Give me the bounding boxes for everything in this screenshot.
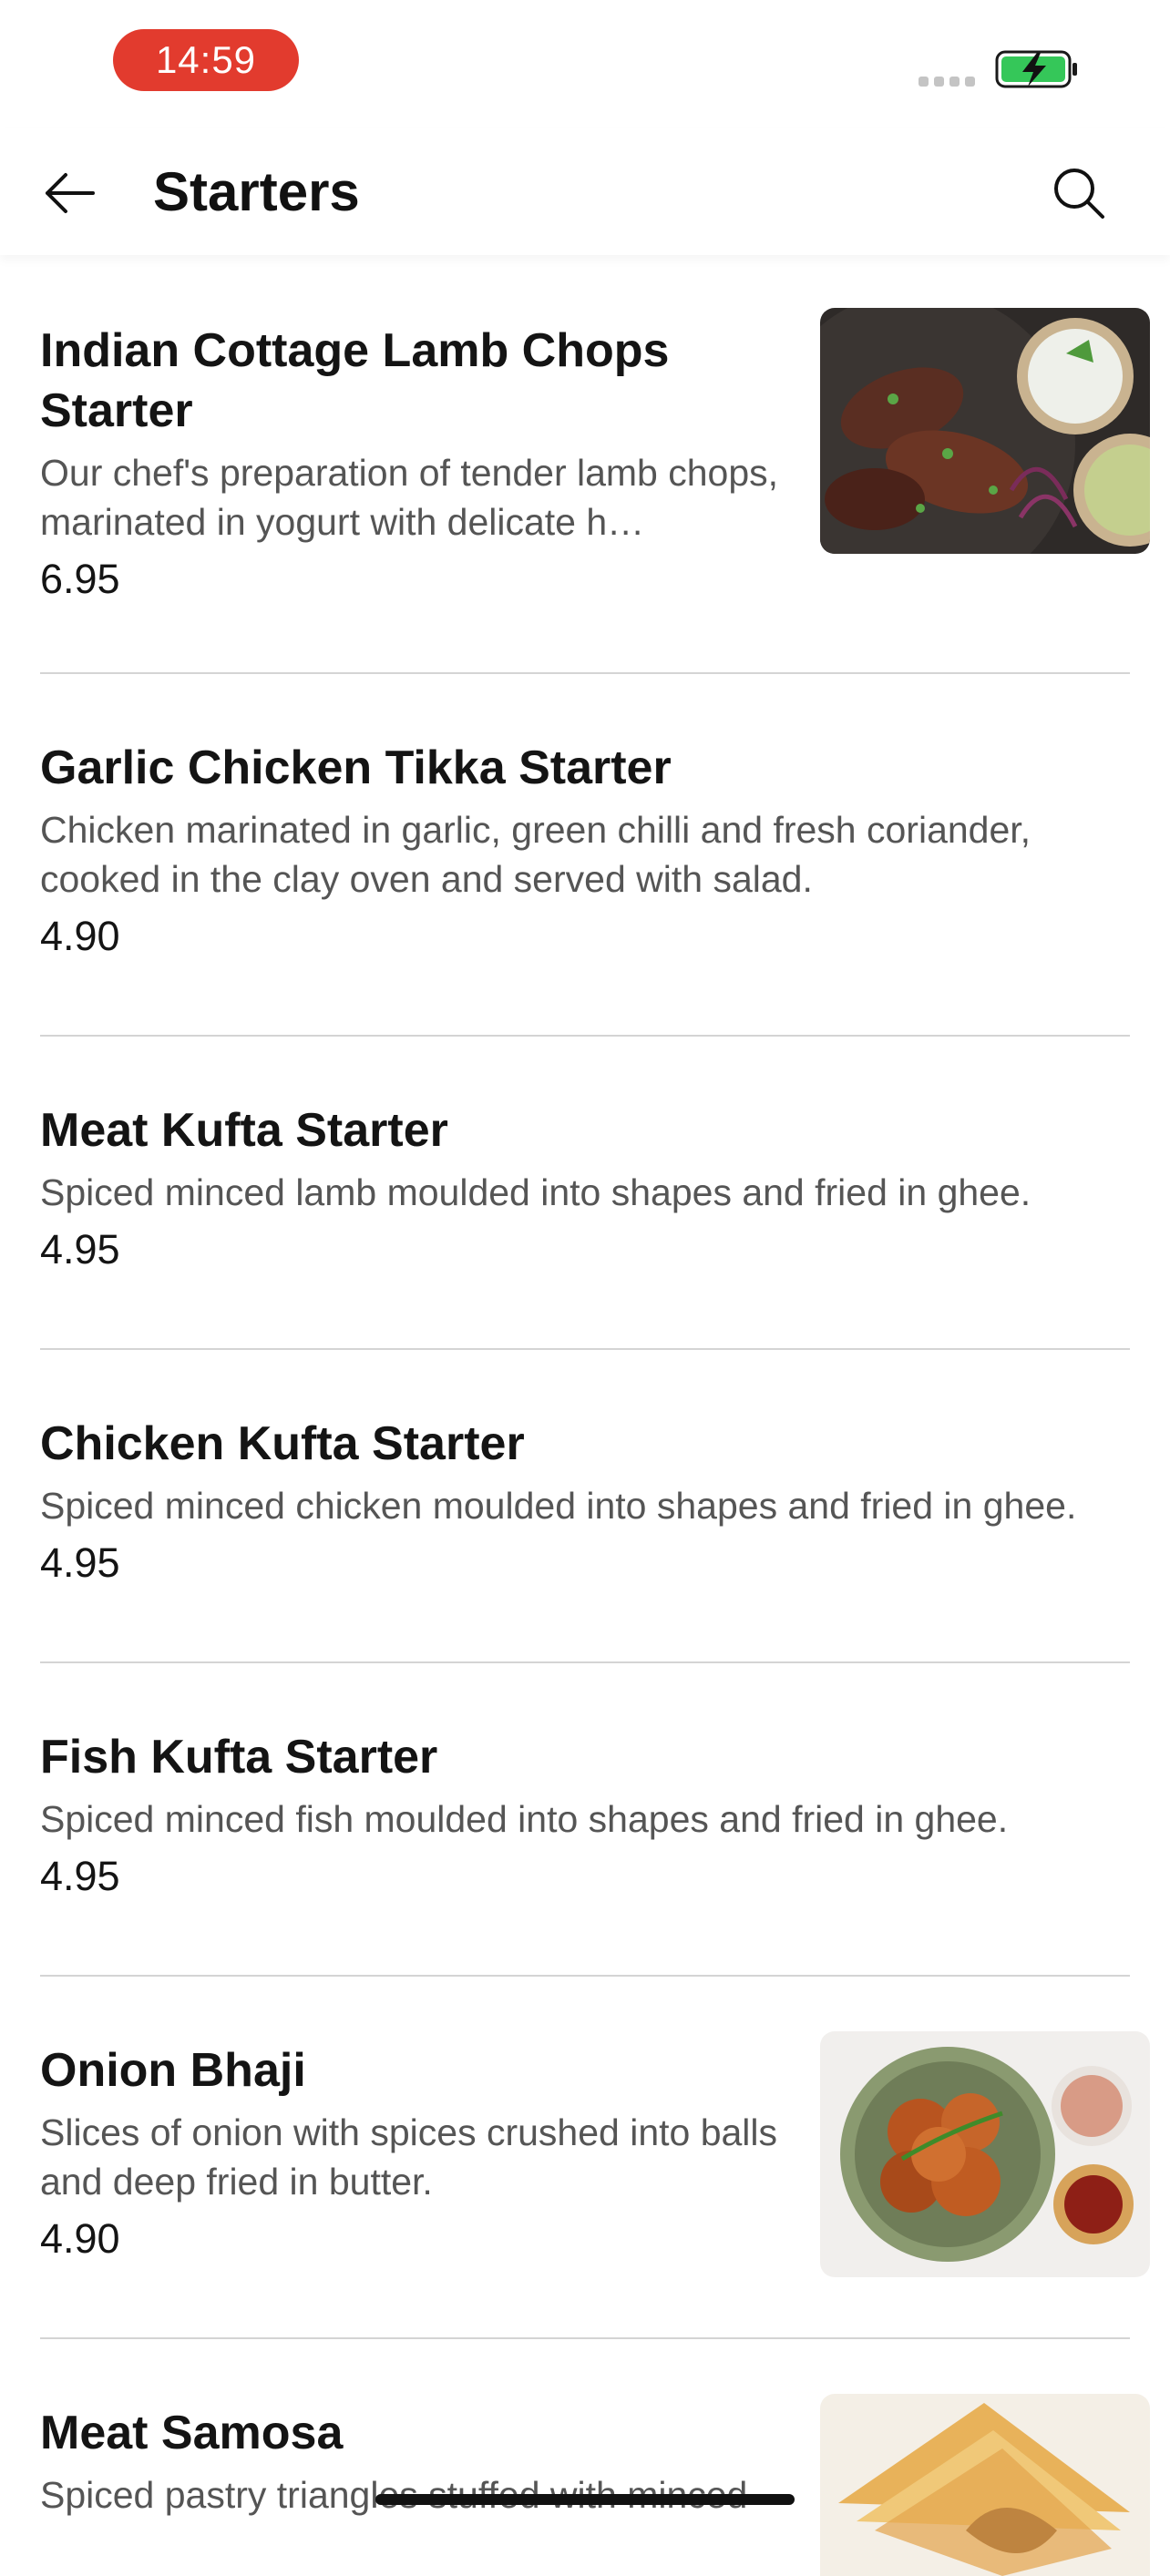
item-image bbox=[820, 2394, 1150, 2576]
item-name: Onion Bhaji bbox=[40, 2044, 306, 2097]
item-price: 4.90 bbox=[40, 2215, 120, 2262]
app-bar: Starters bbox=[0, 128, 1170, 255]
list-item[interactable]: Chicken Kufta Starter Spiced minced chic… bbox=[40, 1350, 1130, 1663]
item-price: 4.95 bbox=[40, 1539, 120, 1586]
item-name: Meat Kufta Starter bbox=[40, 1104, 448, 1157]
item-image bbox=[820, 308, 1150, 554]
arrow-left-icon[interactable] bbox=[40, 164, 98, 222]
signal-icon bbox=[919, 77, 975, 87]
list-item[interactable]: Indian Cottage Lamb Chops Starter Our ch… bbox=[40, 255, 1150, 674]
page-title: Starters bbox=[153, 161, 360, 222]
menu-list: Indian Cottage Lamb Chops Starter Our ch… bbox=[0, 255, 1170, 2576]
list-item[interactable]: Meat Kufta Starter Spiced minced lamb mo… bbox=[40, 1037, 1130, 1350]
item-description: Spiced minced fish moulded into shapes a… bbox=[40, 1798, 1009, 1840]
item-price: 4.90 bbox=[40, 913, 120, 959]
item-price: 6.95 bbox=[40, 556, 120, 602]
status-bar: 14:59 bbox=[0, 0, 1170, 128]
status-time: 14:59 bbox=[113, 29, 299, 91]
home-indicator[interactable] bbox=[375, 2494, 795, 2505]
item-name: Chicken Kufta Starter bbox=[40, 1417, 525, 1470]
item-name: Fish Kufta Starter bbox=[40, 1731, 438, 1784]
list-item[interactable]: Onion Bhaji Slices of onion with spices … bbox=[40, 1977, 1150, 2339]
item-description: Our chef's preparation of tender lamb ch… bbox=[40, 452, 779, 543]
list-item[interactable]: Garlic Chicken Tikka Starter Chicken mar… bbox=[40, 674, 1130, 1037]
list-item[interactable]: Fish Kufta Starter Spiced minced fish mo… bbox=[40, 1663, 1130, 1977]
battery-charging-icon bbox=[995, 50, 1077, 88]
item-price: 4.95 bbox=[40, 1226, 120, 1273]
item-name: Indian Cottage Lamb Chops Starter bbox=[40, 324, 670, 437]
item-name: Meat Samosa bbox=[40, 2407, 344, 2459]
item-name: Garlic Chicken Tikka Starter bbox=[40, 741, 672, 794]
item-description: Spiced minced lamb moulded into shapes a… bbox=[40, 1171, 1031, 1213]
search-icon[interactable] bbox=[1048, 162, 1110, 224]
item-image bbox=[820, 2031, 1150, 2277]
item-price: 4.95 bbox=[40, 1853, 120, 1899]
list-item[interactable]: Meat Samosa Spiced pastry triangles stuf… bbox=[40, 2339, 1150, 2576]
item-description: Chicken marinated in garlic, green chill… bbox=[40, 809, 1031, 900]
item-description: Spiced minced chicken moulded into shape… bbox=[40, 1485, 1077, 1527]
item-description: Slices of onion with spices crushed into… bbox=[40, 2111, 778, 2203]
